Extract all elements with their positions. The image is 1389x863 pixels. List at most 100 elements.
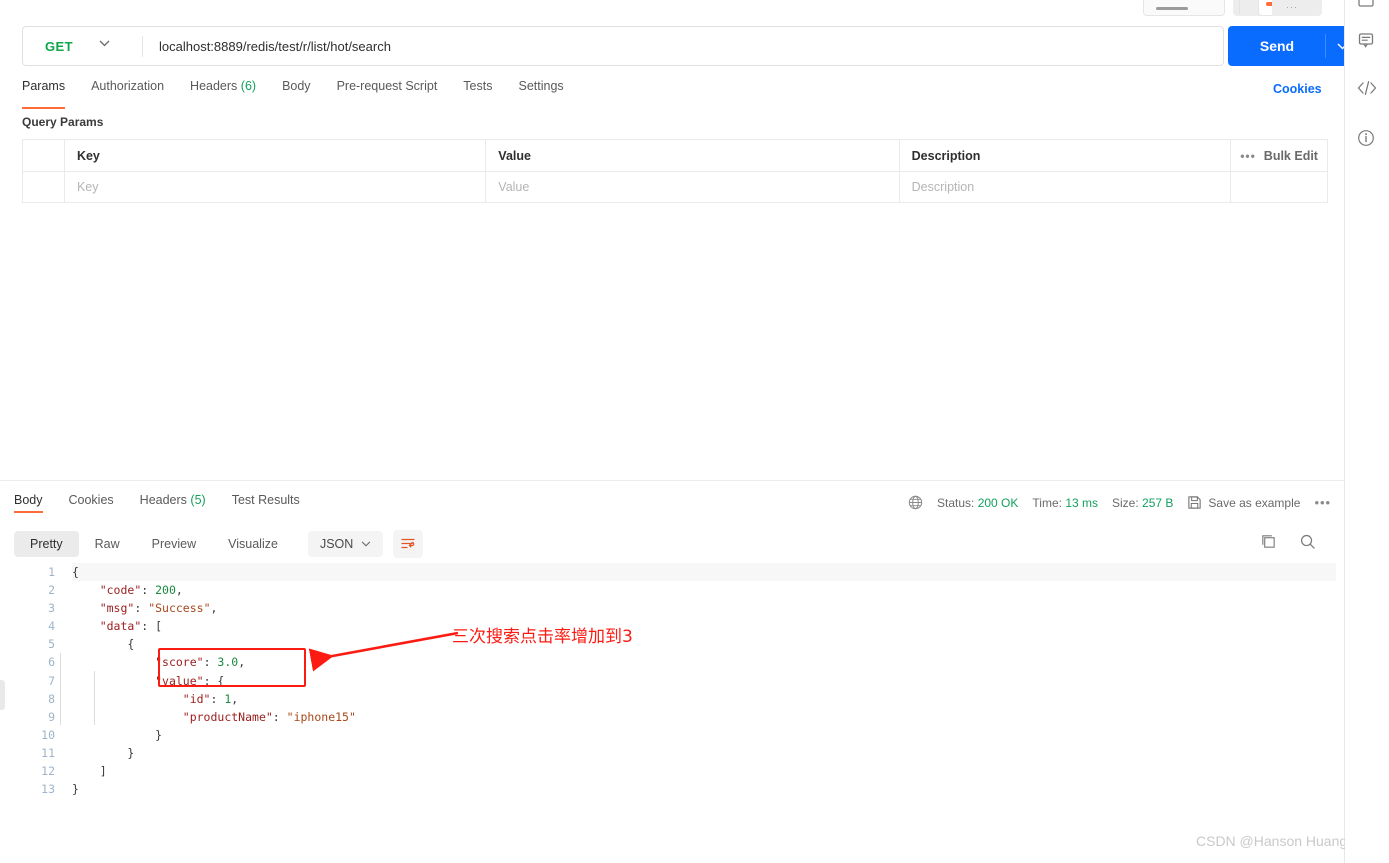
view-mode-raw[interactable]: Raw: [79, 531, 136, 557]
chevron-down-icon: [361, 541, 371, 547]
response-tab-headers[interactable]: Headers (5): [127, 493, 219, 507]
fold-guide-2: [94, 671, 95, 725]
table-header-row: Key Value Description ••• Bulk Edit: [22, 139, 1328, 171]
response-tab-body[interactable]: Body: [14, 493, 56, 513]
time-value: 13 ms: [1065, 495, 1098, 510]
code-line: }: [72, 745, 135, 760]
response-tab-cookies[interactable]: Cookies: [56, 493, 127, 507]
row-key-input[interactable]: Key: [65, 172, 487, 202]
right-sidebar: [1345, 0, 1389, 863]
response-format-label: JSON: [319, 537, 354, 551]
code-line: "code": 200,: [99, 583, 183, 598]
row-description-input[interactable]: Description: [900, 172, 1232, 202]
info-icon[interactable]: [1356, 128, 1378, 150]
row-checkbox-cell[interactable]: [23, 172, 65, 202]
view-mode-pretty[interactable]: Pretty: [14, 531, 79, 557]
code-line: "score": 3.0,: [155, 655, 246, 670]
line-number: 9: [48, 709, 55, 724]
copy-icon[interactable]: [1260, 533, 1277, 550]
view-mode-preview[interactable]: Preview: [136, 531, 212, 557]
tab-authorization[interactable]: Authorization: [78, 79, 177, 103]
word-wrap-button[interactable]: [393, 530, 424, 558]
response-body-actions: [1260, 533, 1316, 550]
tab-body[interactable]: Body: [269, 79, 324, 103]
line-number: 8: [48, 691, 55, 706]
table-row: Key Value Description: [22, 171, 1328, 203]
response-format-selector[interactable]: JSON: [307, 531, 384, 557]
save-as-example-button[interactable]: Save as example: [1187, 495, 1300, 510]
code-line: ]: [72, 764, 107, 779]
word-wrap-icon: [400, 537, 416, 551]
query-params-table: Key Value Description ••• Bulk Edit Key …: [22, 139, 1328, 203]
response-tab-headers-label: Headers: [139, 493, 187, 507]
response-more-options-icon[interactable]: •••: [1314, 495, 1331, 510]
line-number: 4: [48, 619, 55, 634]
line-number: 11: [41, 745, 55, 760]
tab-body-label: Body: [282, 79, 311, 93]
empty-request-area: [0, 206, 1344, 478]
save-icon: [1187, 495, 1202, 510]
code-icon[interactable]: [1356, 78, 1378, 100]
save-as-example-label: Save as example: [1208, 495, 1301, 510]
chrome-tab-overflow[interactable]: ···: [1272, 0, 1322, 16]
line-number: 10: [41, 727, 55, 742]
cookies-link[interactable]: Cookies: [1273, 82, 1322, 96]
watermark: CSDN @Hanson Huang: [1196, 833, 1348, 849]
tab-params[interactable]: Params: [22, 79, 78, 109]
annotation-text: 三次搜索点击率增加到3: [452, 627, 633, 647]
tab-pre-request-script[interactable]: Pre-request Script: [324, 79, 451, 103]
fold-guide-1: [60, 653, 61, 725]
view-mode-visualize[interactable]: Visualize: [212, 531, 294, 557]
tab-tests[interactable]: Tests: [450, 79, 505, 103]
code-line: "msg": "Success",: [99, 601, 218, 616]
search-icon[interactable]: [1299, 533, 1316, 550]
line-number-gutter: 1 2 3 4 5 6 7 8 9 10 11 12 13: [14, 563, 66, 813]
response-status-bar: Status: 200 OK Time: 13 ms Size: 257 B S…: [908, 495, 1331, 510]
panel-splitter[interactable]: [0, 480, 1344, 481]
response-tabs: Body Cookies Headers (5) Test Results: [14, 493, 313, 513]
postman-window: ··· GET Send Params Authorization Header…: [0, 0, 1389, 863]
line-number: 13: [41, 782, 55, 797]
tab-authorization-label: Authorization: [91, 79, 165, 93]
comment-icon[interactable]: [1356, 30, 1378, 52]
globe-icon: [908, 495, 923, 510]
tab-headers-count: (6): [240, 79, 257, 93]
tab-params-label: Params: [22, 79, 66, 93]
code-line: "value": {: [155, 673, 225, 688]
send-button[interactable]: Send: [1228, 26, 1326, 66]
query-params-title: Query Params: [22, 115, 104, 129]
line-number: 5: [48, 637, 55, 652]
more-options-icon[interactable]: •••: [1240, 149, 1256, 163]
tab-settings-label: Settings: [518, 79, 564, 93]
line-number: 6: [48, 655, 55, 670]
tab-tests-label: Tests: [463, 79, 493, 93]
code-line: }: [72, 782, 79, 797]
json-code-content[interactable]: { "code": 200, "msg": "Success", "data":…: [72, 563, 1336, 813]
left-drag-handle[interactable]: [0, 680, 5, 710]
tab-headers[interactable]: Headers (6): [177, 79, 269, 103]
chevron-down-icon: [99, 40, 110, 47]
response-tab-headers-count: (5): [190, 493, 206, 507]
response-tab-test-results-label: Test Results: [231, 493, 300, 507]
response-tab-cookies-label: Cookies: [68, 493, 114, 507]
response-body-viewer: 1 2 3 4 5 6 7 8 9 10 11 12 13 { "code": 200, "msg": …: [14, 563, 1336, 813]
status-group: Status: 200 OK: [937, 496, 1018, 510]
line-number: 7: [48, 673, 55, 688]
size-group: Size: 257 B: [1112, 496, 1173, 510]
code-line: {: [72, 563, 1336, 582]
line-number: 2: [48, 583, 55, 598]
url-input[interactable]: [159, 27, 1215, 65]
chrome-tab-placeholder-1[interactable]: [1143, 0, 1225, 16]
time-label: Time:: [1032, 495, 1062, 510]
bulk-edit-button[interactable]: Bulk Edit: [1264, 149, 1318, 163]
response-tab-test-results[interactable]: Test Results: [219, 493, 313, 507]
tab-settings[interactable]: Settings: [505, 79, 576, 103]
tab-pre-request-script-label: Pre-request Script: [336, 79, 438, 93]
size-label: Size:: [1112, 495, 1139, 510]
layout-icon[interactable]: [1356, 0, 1378, 14]
row-value-input[interactable]: Value: [486, 172, 900, 202]
method-selector[interactable]: GET: [23, 27, 126, 65]
code-line: {: [72, 637, 135, 652]
header-key: Key: [65, 140, 487, 171]
header-description: Description: [900, 140, 1232, 171]
